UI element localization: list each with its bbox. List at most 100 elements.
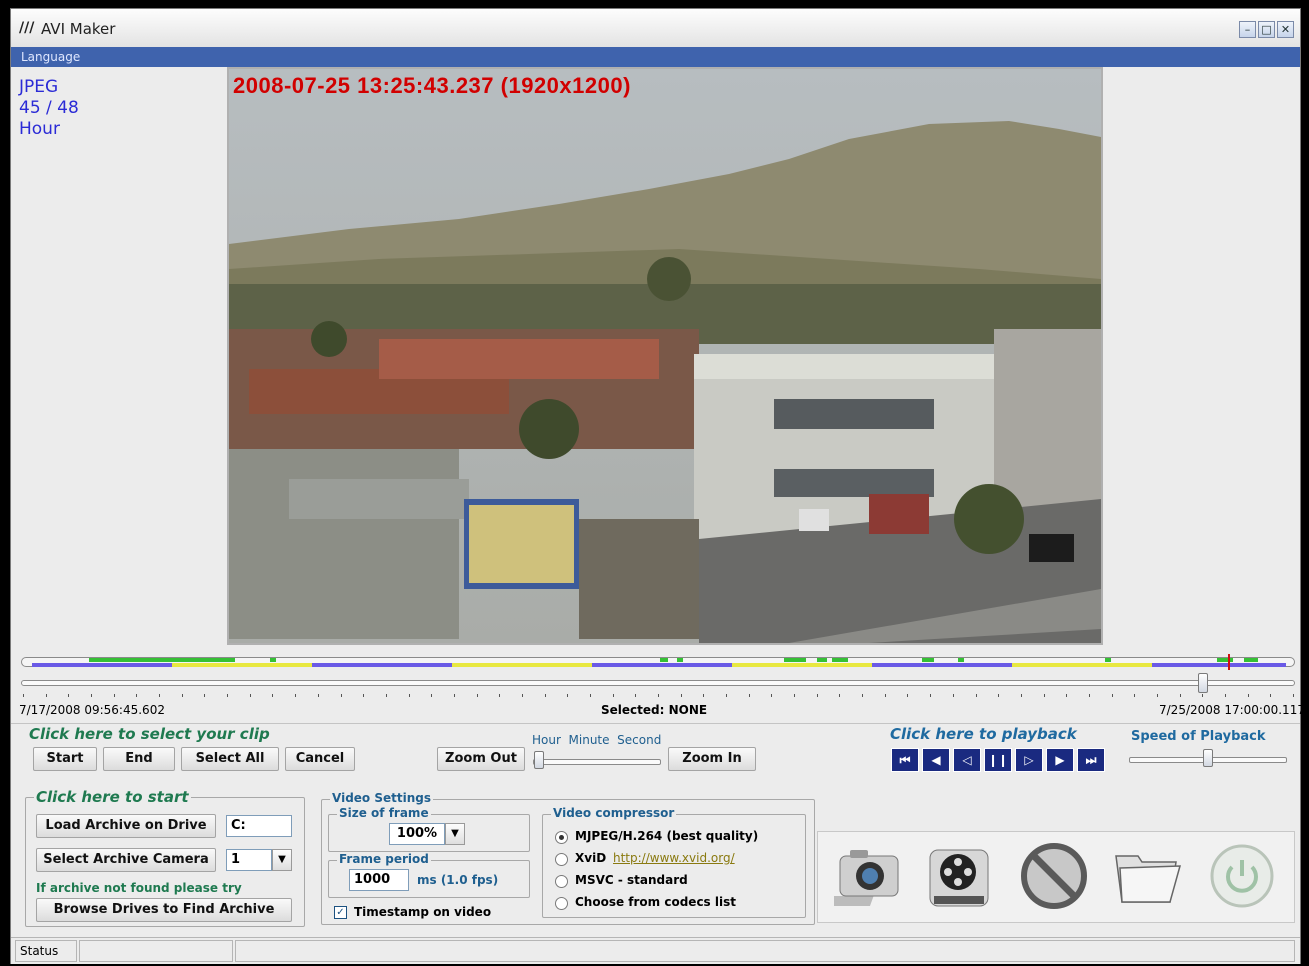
timeline-tick (930, 694, 932, 697)
snapshot-camera-icon[interactable] (834, 840, 906, 912)
status-text: Status (15, 940, 77, 962)
compressor-codecs-radio[interactable] (555, 897, 568, 910)
timeline-tick (295, 694, 297, 697)
rewind-fast-button[interactable]: ⏮ (891, 748, 919, 772)
close-button[interactable]: ✕ (1277, 21, 1294, 38)
menu-language[interactable]: Language (21, 50, 80, 64)
cancel-button[interactable]: Cancel (285, 747, 355, 771)
chevron-down-icon[interactable]: ▼ (445, 823, 465, 845)
timeline-tick (544, 694, 546, 697)
timeline-tick (363, 694, 365, 697)
play-reverse-button[interactable]: ◁ (953, 748, 981, 772)
app-window: /// AVI Maker – □ ✕ Language JPEG 45 / 4… (10, 8, 1305, 964)
compressor-codecs-label: Choose from codecs list (575, 895, 736, 909)
menu-bar: Language (11, 47, 1300, 67)
timeline-tick (862, 694, 864, 697)
minimize-button[interactable]: – (1239, 21, 1256, 38)
timeline-tick (975, 694, 977, 697)
step-forward-button[interactable]: ▶ (1046, 748, 1074, 772)
timeline-tick (726, 694, 728, 697)
clip-heading[interactable]: Click here to select your clip (29, 725, 270, 743)
timeline-tick (1202, 694, 1204, 697)
timeline-tick (1020, 694, 1022, 697)
zoom-slider-thumb[interactable] (534, 751, 544, 769)
load-archive-button[interactable]: Load Archive on Drive (36, 814, 216, 838)
timeline-tick (567, 694, 569, 697)
step-back-button[interactable]: ◀ (922, 748, 950, 772)
playback-heading[interactable]: Click here to playback (890, 725, 1077, 743)
timeline-tick (499, 694, 501, 697)
info-unit: Hour (19, 119, 60, 139)
browse-drives-button[interactable]: Browse Drives to Find Archive (36, 898, 292, 922)
timeline-tick (1293, 694, 1294, 697)
app-logo-icon: /// (19, 20, 35, 36)
xvid-link[interactable]: http://www.xvid.org/ (613, 851, 735, 865)
video-timestamp: 2008-07-25 13:25:43.237 (1920x1200) (233, 73, 631, 98)
archive-not-found-text: If archive not found please try (36, 881, 242, 895)
action-icons-panel (817, 831, 1295, 923)
timestamp-label: Timestamp on video (354, 905, 492, 919)
timeline-tick (45, 694, 47, 697)
compressor-msvc-radio[interactable] (555, 875, 568, 888)
compressor-xvid-radio[interactable] (555, 853, 568, 866)
speed-slider-thumb[interactable] (1203, 749, 1213, 767)
power-icon[interactable] (1206, 840, 1278, 912)
timeline-tick (703, 694, 705, 697)
folder-icon[interactable] (1110, 840, 1182, 912)
window-title: AVI Maker (41, 20, 116, 38)
drive-input[interactable]: C: (226, 815, 292, 837)
frame-period-group: Frame period 1000 ms (1.0 fps) (328, 852, 530, 898)
status-cell (235, 940, 1295, 962)
timeline-tick (680, 694, 682, 697)
zoom-slider[interactable] (533, 751, 661, 769)
speed-slider[interactable] (1129, 749, 1287, 767)
pause-button[interactable]: ❙❙ (984, 748, 1012, 772)
timeline-tick (1111, 694, 1113, 697)
chevron-down-icon[interactable]: ▼ (272, 849, 292, 871)
timeline-tick (385, 694, 387, 697)
frame-size-group: Size of frame 100% ▼ (328, 806, 530, 852)
frame-period-label: Frame period (337, 852, 431, 866)
end-button[interactable]: End (103, 747, 175, 771)
forward-fast-button[interactable]: ⏭ (1077, 748, 1105, 772)
timeline-ticks (23, 694, 1294, 700)
timeline-tick (884, 694, 886, 697)
timeline-marker (1228, 654, 1230, 670)
timeline-tick (1088, 694, 1090, 697)
compressor-group: Video compressor MJPEG/H.264 (best quali… (542, 806, 806, 918)
camera-frame-image (229, 69, 1101, 643)
timeline-tick (1066, 694, 1068, 697)
frame-size-select[interactable]: 100% (389, 823, 445, 845)
timestamp-checkbox[interactable]: ✓ (334, 906, 347, 919)
select-all-button[interactable]: Select All (181, 747, 279, 771)
timeline-tick (748, 694, 750, 697)
compressor-mjpeg-radio[interactable] (555, 831, 568, 844)
timeline-tick (1179, 694, 1181, 697)
timeline-slider-thumb[interactable] (1197, 673, 1208, 693)
start-heading[interactable]: Click here to start (34, 788, 191, 806)
timeline-tick (635, 694, 637, 697)
zoom-out-button[interactable]: Zoom Out (437, 747, 525, 771)
timeline-tick (589, 694, 591, 697)
timeline-tick (1156, 694, 1158, 697)
cancel-prohibited-icon[interactable] (1018, 840, 1090, 912)
timeline-tick (453, 694, 455, 697)
timeline-slider[interactable] (21, 673, 1295, 693)
film-reel-icon[interactable] (922, 840, 994, 912)
zoom-in-button[interactable]: Zoom In (668, 747, 756, 771)
timeline-tick (408, 694, 410, 697)
frame-period-input[interactable]: 1000 (349, 869, 409, 891)
timeline-tick (113, 694, 115, 697)
video-preview: 2008-07-25 13:25:43.237 (1920x1200) (227, 67, 1103, 645)
play-button[interactable]: ▷ (1015, 748, 1043, 772)
timeline-tick (159, 694, 161, 697)
status-bar: Status (11, 937, 1300, 964)
select-camera-button[interactable]: Select Archive Camera (36, 848, 216, 872)
archive-timeline[interactable] (21, 654, 1295, 670)
camera-select[interactable]: 1 (226, 849, 272, 871)
info-format: JPEG (19, 77, 59, 97)
maximize-button[interactable]: □ (1258, 21, 1275, 38)
start-panel: Click here to start Load Archive on Driv… (25, 788, 305, 927)
start-button[interactable]: Start (33, 747, 97, 771)
speed-label: Speed of Playback (1131, 729, 1266, 744)
